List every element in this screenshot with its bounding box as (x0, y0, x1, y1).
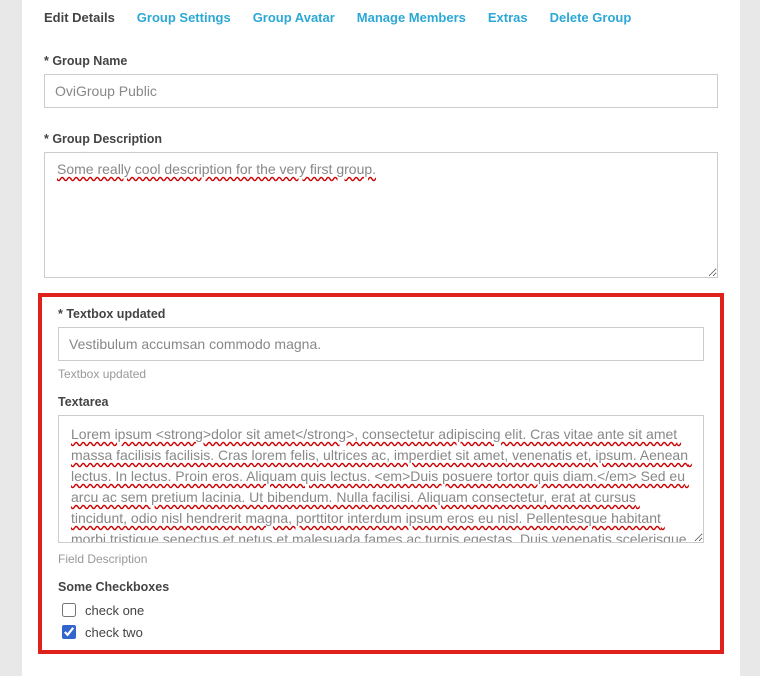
textbox-updated-hint: Textbox updated (58, 367, 704, 381)
checkbox-two-label: check two (85, 625, 143, 640)
highlighted-region: * Textbox updated Textbox updated Textar… (38, 293, 724, 654)
tab-group-settings[interactable]: Group Settings (137, 10, 231, 25)
textbox-updated-input[interactable] (58, 327, 704, 361)
textarea-input[interactable] (58, 415, 704, 543)
group-name-label: * Group Name (44, 54, 718, 68)
textbox-updated-label: * Textbox updated (58, 307, 704, 321)
tab-extras[interactable]: Extras (488, 10, 528, 25)
tab-edit-details[interactable]: Edit Details (44, 10, 115, 25)
tab-group-avatar[interactable]: Group Avatar (253, 10, 335, 25)
tab-manage-members[interactable]: Manage Members (357, 10, 466, 25)
group-name-input[interactable] (44, 74, 718, 108)
group-description-textarea[interactable] (44, 152, 718, 278)
group-description-label: * Group Description (44, 132, 718, 146)
checkbox-two[interactable] (62, 625, 76, 639)
checkbox-row-one[interactable]: check one (58, 600, 704, 620)
textarea-hint: Field Description (58, 552, 704, 566)
textarea-label: Textarea (58, 395, 704, 409)
form-panel: Edit Details Group Settings Group Avatar… (22, 0, 740, 676)
checkbox-one[interactable] (62, 603, 76, 617)
checkbox-row-two[interactable]: check two (58, 622, 704, 642)
tab-delete-group[interactable]: Delete Group (550, 10, 632, 25)
checkbox-one-label: check one (85, 603, 144, 618)
tab-bar: Edit Details Group Settings Group Avatar… (22, 0, 740, 36)
checkboxes-label: Some Checkboxes (58, 580, 704, 594)
